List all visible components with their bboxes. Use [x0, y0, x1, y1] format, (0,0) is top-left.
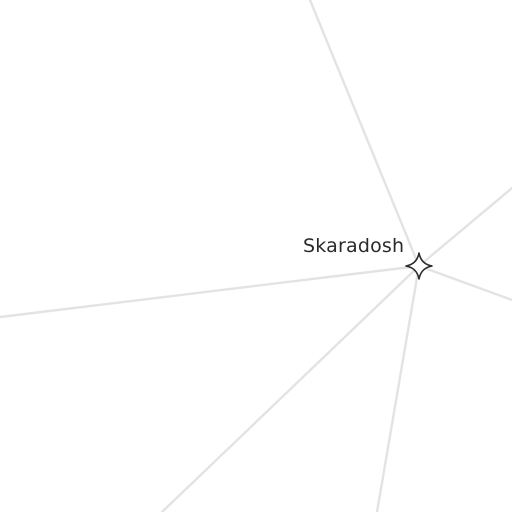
roads [0, 0, 512, 512]
map-layer [0, 0, 512, 512]
road-north [308, 0, 421, 268]
road-west [0, 264, 421, 319]
road-south [375, 264, 421, 512]
map-canvas[interactable]: Skaradosh [0, 0, 512, 512]
road-southwest [160, 264, 421, 512]
road-northeast [417, 186, 512, 268]
road-east [417, 264, 512, 302]
place-label: Skaradosh [303, 235, 405, 257]
